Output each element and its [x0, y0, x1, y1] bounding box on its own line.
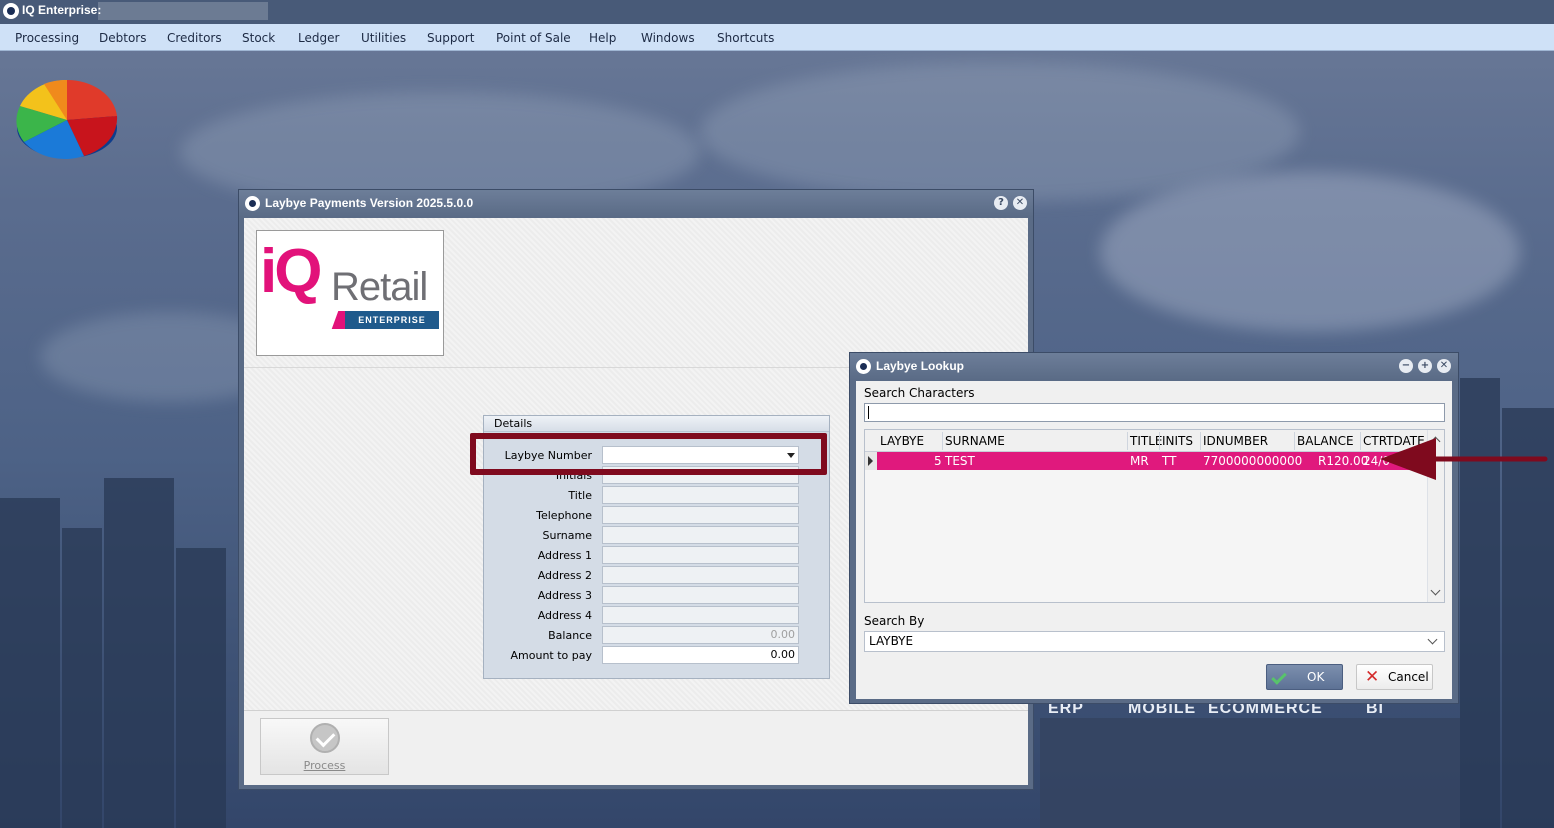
city-building	[176, 548, 226, 828]
balance-value: 0.00	[602, 626, 799, 644]
close-button[interactable]: ✕	[1013, 196, 1027, 210]
minimize-button[interactable]: −	[1399, 359, 1413, 373]
menu-shortcuts[interactable]: Shortcuts	[717, 31, 774, 45]
menu-point-of-sale[interactable]: Point of Sale	[496, 31, 571, 45]
column-header-inits[interactable]: INITS	[1162, 434, 1193, 448]
field-surname: Surname	[484, 526, 829, 546]
menu-debtors[interactable]: Debtors	[99, 31, 146, 45]
column-separator	[1159, 432, 1160, 450]
address-4-input[interactable]	[602, 606, 799, 624]
menu-stock[interactable]: Stock	[242, 31, 275, 45]
scroll-down-icon[interactable]	[1430, 585, 1441, 596]
city-building	[0, 498, 60, 828]
laybye-lookup-title: Laybye Lookup	[876, 359, 965, 373]
surname-input[interactable]	[602, 526, 799, 544]
column-separator	[1127, 432, 1128, 450]
row-indicator-icon	[865, 452, 877, 470]
field-address-3: Address 3	[484, 586, 829, 606]
text-caret	[868, 406, 869, 419]
city-building	[62, 528, 102, 828]
table-row-selected[interactable]: 5 TEST MR TT 7700000000000 R120.00 24/0	[877, 452, 1427, 470]
column-separator	[1294, 432, 1295, 450]
search-by-select[interactable]: LAYBYE	[864, 631, 1445, 652]
chevron-down-icon[interactable]	[1427, 634, 1438, 645]
search-characters-input[interactable]	[864, 403, 1445, 422]
city-building	[1040, 718, 1460, 828]
cell-idnumber: 7700000000000	[1203, 454, 1303, 468]
field-balance: Balance 0.00	[484, 626, 829, 646]
redacted-title-area	[98, 2, 268, 20]
field-address-2: Address 2	[484, 566, 829, 586]
maximize-button[interactable]: +	[1418, 359, 1432, 373]
city-building	[104, 478, 174, 828]
retail-logo-text: Retail	[331, 265, 428, 309]
menu-ledger[interactable]: Ledger	[298, 31, 339, 45]
ok-button[interactable]: OK	[1266, 664, 1343, 690]
check-circle-icon	[310, 723, 340, 753]
search-by-value: LAYBYE	[869, 634, 914, 648]
column-header-laybye[interactable]: LAYBYE	[880, 434, 924, 448]
help-button[interactable]: ?	[994, 196, 1008, 210]
laybye-lookup-titlebar: Laybye Lookup − + ✕	[850, 353, 1458, 380]
app-title: IQ Enterprise:	[22, 3, 102, 17]
enterprise-logo-text: ENTERPRISE	[345, 311, 439, 329]
app-titlebar: IQ Enterprise:	[0, 0, 1554, 24]
app-logo-icon	[3, 3, 19, 19]
menu-creditors[interactable]: Creditors	[167, 31, 222, 45]
details-header: Details	[484, 416, 829, 432]
address-3-input[interactable]	[602, 586, 799, 604]
annotation-highlight-box	[470, 433, 827, 475]
cell-balance: R120.00	[1318, 454, 1369, 468]
field-title: Title	[484, 486, 829, 506]
laybye-lookup-client: Search Characters LAYBYE SURNAME TITLE I…	[856, 381, 1452, 699]
address-2-input[interactable]	[602, 566, 799, 584]
column-header-balance[interactable]: BALANCE	[1297, 434, 1354, 448]
checkmark-icon	[1271, 669, 1287, 685]
laybye-payments-title: Laybye Payments Version 2025.5.0.0	[265, 196, 474, 210]
menu-support[interactable]: Support	[427, 31, 474, 45]
menu-windows[interactable]: Windows	[641, 31, 695, 45]
menu-processing[interactable]: Processing	[15, 31, 79, 45]
column-header-title[interactable]: TITLE	[1130, 434, 1162, 448]
search-characters-label: Search Characters	[864, 386, 975, 400]
desktop-pie-logo-icon[interactable]	[14, 76, 120, 162]
laybye-results-grid: LAYBYE SURNAME TITLE INITS IDNUMBER BALA…	[864, 429, 1445, 603]
amount-to-pay-input[interactable]: 0.00	[602, 646, 799, 664]
cell-title: MR	[1130, 454, 1149, 468]
title-input[interactable]	[602, 486, 799, 504]
address-1-input[interactable]	[602, 546, 799, 564]
column-separator	[1200, 432, 1201, 450]
field-telephone: Telephone	[484, 506, 829, 526]
field-address-4: Address 4	[484, 606, 829, 626]
header-area: iQ Retail ENTERPRISE	[244, 218, 1028, 368]
cancel-x-icon: ✕	[1365, 667, 1380, 687]
iq-retail-logo: iQ Retail ENTERPRISE	[256, 230, 444, 356]
cloud	[1100, 172, 1520, 332]
cell-laybye: 5	[934, 454, 942, 468]
field-address-1: Address 1	[484, 546, 829, 566]
search-by-label: Search By	[864, 614, 925, 628]
menu-bar: Processing Debtors Creditors Stock Ledge…	[0, 24, 1554, 51]
menu-utilities[interactable]: Utilities	[361, 31, 406, 45]
close-button[interactable]: ✕	[1437, 359, 1451, 373]
column-separator	[1360, 432, 1361, 450]
menu-help[interactable]: Help	[589, 31, 616, 45]
iq-logo-text: iQ	[260, 237, 322, 306]
laybye-payments-titlebar: Laybye Payments Version 2025.5.0.0 ? ✕	[239, 190, 1033, 217]
telephone-input[interactable]	[602, 506, 799, 524]
window-logo-icon	[856, 359, 871, 374]
cell-surname: TEST	[945, 454, 975, 468]
column-header-surname[interactable]: SURNAME	[945, 434, 1005, 448]
column-header-idnumber[interactable]: IDNUMBER	[1203, 434, 1268, 448]
cell-inits: TT	[1162, 454, 1177, 468]
laybye-lookup-dialog: Laybye Lookup − + ✕ Search Characters LA…	[849, 352, 1459, 704]
field-amount-to-pay: Amount to pay 0.00	[484, 646, 829, 666]
window-logo-icon	[245, 196, 260, 211]
cancel-button[interactable]: ✕ Cancel	[1356, 664, 1433, 690]
annotation-arrow-icon	[1380, 438, 1548, 480]
grid-header: LAYBYE SURNAME TITLE INITS IDNUMBER BALA…	[865, 430, 1427, 452]
column-separator	[942, 432, 943, 450]
process-button[interactable]: Process	[260, 718, 389, 775]
footer-area: Process	[244, 710, 1028, 785]
